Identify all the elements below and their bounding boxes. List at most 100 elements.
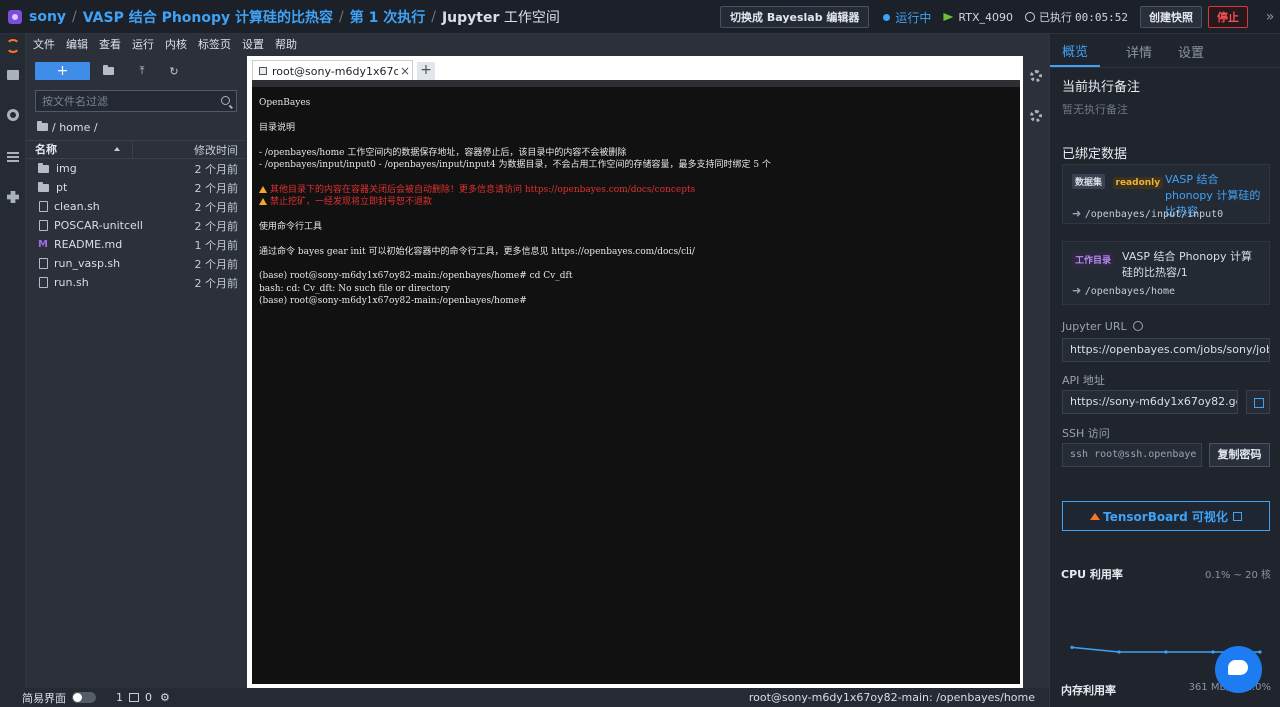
new-folder-icon[interactable] <box>94 64 126 78</box>
terminal-warning-line: 其他目录下的内容在容器关闭后会被自动删除！更多信息请访问 https://ope… <box>259 184 1013 196</box>
collapse-panel-icon[interactable]: » <box>1260 9 1280 25</box>
extensions-icon[interactable] <box>7 191 19 203</box>
simple-mode-toggle[interactable] <box>72 692 96 703</box>
file-row[interactable]: Ⅿ README.md 1 个月前 <box>26 235 245 254</box>
menu-item[interactable]: 文件 <box>33 36 55 52</box>
folder-plus-icon <box>102 64 114 75</box>
bound-data-title: 已绑定数据 <box>1062 147 1128 162</box>
stop-button[interactable]: 停止 <box>1208 6 1248 28</box>
jupyter-status-bar: 简易界面 1 0 ⚙ root@sony-m6dy1x67oy82-main: … <box>0 688 1049 707</box>
table-of-contents-icon[interactable] <box>7 152 19 162</box>
menu-item[interactable]: 编辑 <box>66 36 88 52</box>
openbayes-logo-icon[interactable] <box>8 9 22 24</box>
side-panel-tabs: 概览 详情 设置 <box>1050 34 1280 68</box>
markdown-icon: Ⅿ <box>38 239 48 250</box>
terminal-line-text: - /openbayes/home 工作空间内的数据保存地址，容器停止后，该目录… <box>259 147 627 158</box>
api-label: API 地址 <box>1062 374 1105 387</box>
menu-item[interactable]: 运行 <box>132 36 154 52</box>
jupyter-url-field[interactable]: https://openbayes.com/jobs/sony/jobs <box>1062 338 1270 362</box>
dataset-badge: 数据集 <box>1072 174 1106 189</box>
terminal-line: - /openbayes/home 工作空间内的数据保存地址，容器停止后，该目录… <box>259 147 1013 159</box>
chat-support-button[interactable] <box>1215 646 1262 693</box>
file-modified: 2 个月前 <box>194 200 239 214</box>
jupyter-logo-icon[interactable] <box>6 39 20 53</box>
api-url-field[interactable]: https://sony-m6dy1x67oy82.ge <box>1062 390 1238 414</box>
file-icon <box>39 258 48 269</box>
folder-icon <box>37 121 48 131</box>
file-name: clean.sh <box>54 200 100 213</box>
file-row[interactable]: POSCAR-unitcell 2 个月前 <box>26 216 245 235</box>
new-launcher-button[interactable]: + <box>35 62 90 80</box>
open-external-icon[interactable] <box>1246 390 1270 414</box>
breadcrumb-separator: / <box>339 8 344 25</box>
terminal-tab-title: root@sony-m6dy1x67oy82-r <box>272 64 398 78</box>
dataset-badges: 数据集 readonly <box>1072 174 1164 189</box>
breadcrumb-project[interactable]: VASP 结合 Phonopy 计算硅的比热容 <box>83 7 333 27</box>
add-tab-button[interactable]: + <box>417 62 435 80</box>
jupyter-sidebar-rail <box>0 34 26 688</box>
menu-item[interactable]: 查看 <box>99 36 121 52</box>
settings-gear-icon[interactable]: ⚙ <box>160 691 170 704</box>
filter-files-input[interactable]: 按文件名过滤 <box>35 90 237 112</box>
file-name: README.md <box>54 238 123 251</box>
close-tab-icon[interactable]: × <box>398 64 412 78</box>
switch-editor-button[interactable]: 切换成 Bayeslab 编辑器 <box>720 6 870 28</box>
cpu-data-point <box>1117 650 1121 654</box>
dataset-card: 数据集 readonly VASP 结合 phonopy 计算硅的比热容 ➜ /… <box>1062 164 1270 224</box>
tab-details[interactable]: 详情 <box>1126 42 1152 67</box>
terminal-line: bash: cd: Cv_dft: No such file or direct… <box>259 283 1013 295</box>
menu-item[interactable]: 内核 <box>165 36 187 52</box>
file-name-cell: run.sh <box>38 276 195 289</box>
file-row[interactable]: clean.sh 2 个月前 <box>26 197 245 216</box>
warning-icon <box>259 185 267 193</box>
create-snapshot-button[interactable]: 创建快照 <box>1140 6 1202 28</box>
column-modified-header[interactable]: 修改时间 <box>133 142 245 158</box>
info-icon[interactable] <box>1132 321 1143 331</box>
folder-icon <box>38 181 49 192</box>
copy-password-button[interactable]: 复制密码 <box>1209 443 1270 467</box>
file-browser-icon[interactable] <box>7 70 19 80</box>
file-row[interactable]: run.sh 2 个月前 <box>26 273 245 292</box>
top-bar: sony / VASP 结合 Phonopy 计算硅的比热容 / 第 1 次执行… <box>0 0 1280 34</box>
breadcrumb-user[interactable]: sony <box>29 9 66 25</box>
file-row[interactable]: run_vasp.sh 2 个月前 <box>26 254 245 273</box>
ssh-command-field[interactable]: ssh root@ssh.openbaye <box>1062 443 1202 467</box>
file-row[interactable]: img 2 个月前 <box>26 159 245 178</box>
file-icon <box>39 220 48 231</box>
tab-bar: root@sony-m6dy1x67oy82-r × + <box>247 56 1023 81</box>
column-name-header[interactable]: 名称 <box>26 140 133 159</box>
workdir-name[interactable]: VASP 结合 Phonopy 计算硅的比热容/1 <box>1122 249 1262 281</box>
tab-settings[interactable]: 设置 <box>1178 42 1204 67</box>
workspace-suffix: 工作空间 <box>503 9 560 26</box>
refresh-icon[interactable]: ↻ <box>158 65 190 78</box>
jupyter-url-label: Jupyter URL <box>1062 320 1143 333</box>
jupyter-url-label-text: Jupyter URL <box>1062 320 1127 333</box>
menu-item[interactable]: 标签页 <box>198 36 231 52</box>
running-kernels-icon[interactable] <box>7 109 19 121</box>
terminal-tab[interactable]: root@sony-m6dy1x67oy82-r × <box>252 60 413 81</box>
gpu-info: RTX_4090 <box>943 11 1013 24</box>
file-modified: 1 个月前 <box>194 238 239 252</box>
file-row[interactable]: pt 2 个月前 <box>26 178 245 197</box>
file-name: run_vasp.sh <box>54 257 121 270</box>
debugger-icon[interactable] <box>1030 110 1042 122</box>
current-path[interactable]: / home / <box>26 115 245 139</box>
tab-overview[interactable]: 概览 <box>1050 41 1101 67</box>
file-icon <box>39 277 48 288</box>
terminal-line-text: 使用命令行工具 <box>259 221 323 232</box>
readonly-badge: readonly <box>1112 177 1164 189</box>
property-inspector-icon[interactable] <box>1030 70 1042 82</box>
breadcrumb-execution[interactable]: 第 1 次执行 <box>350 7 426 27</box>
cpu-data-point <box>1070 645 1074 649</box>
menu-item[interactable]: 帮助 <box>275 36 297 52</box>
terminal-line-text: (base) root@sony-m6dy1x67oy82-main:/open… <box>259 296 530 307</box>
terminal-line-text: 其他目录下的内容在容器关闭后会被自动删除！更多信息请访问 https://ope… <box>270 184 696 195</box>
file-modified: 2 个月前 <box>194 219 239 233</box>
file-name: img <box>56 162 77 175</box>
upload-icon[interactable]: ⤒ <box>126 64 158 78</box>
tensorboard-button[interactable]: TensorBoard 可视化 <box>1062 501 1270 531</box>
menu-item[interactable]: 设置 <box>242 36 264 52</box>
terminal-output[interactable]: OpenBayes 目录说明 - /openbayes/home 工作空间内的数据保… <box>252 80 1020 684</box>
